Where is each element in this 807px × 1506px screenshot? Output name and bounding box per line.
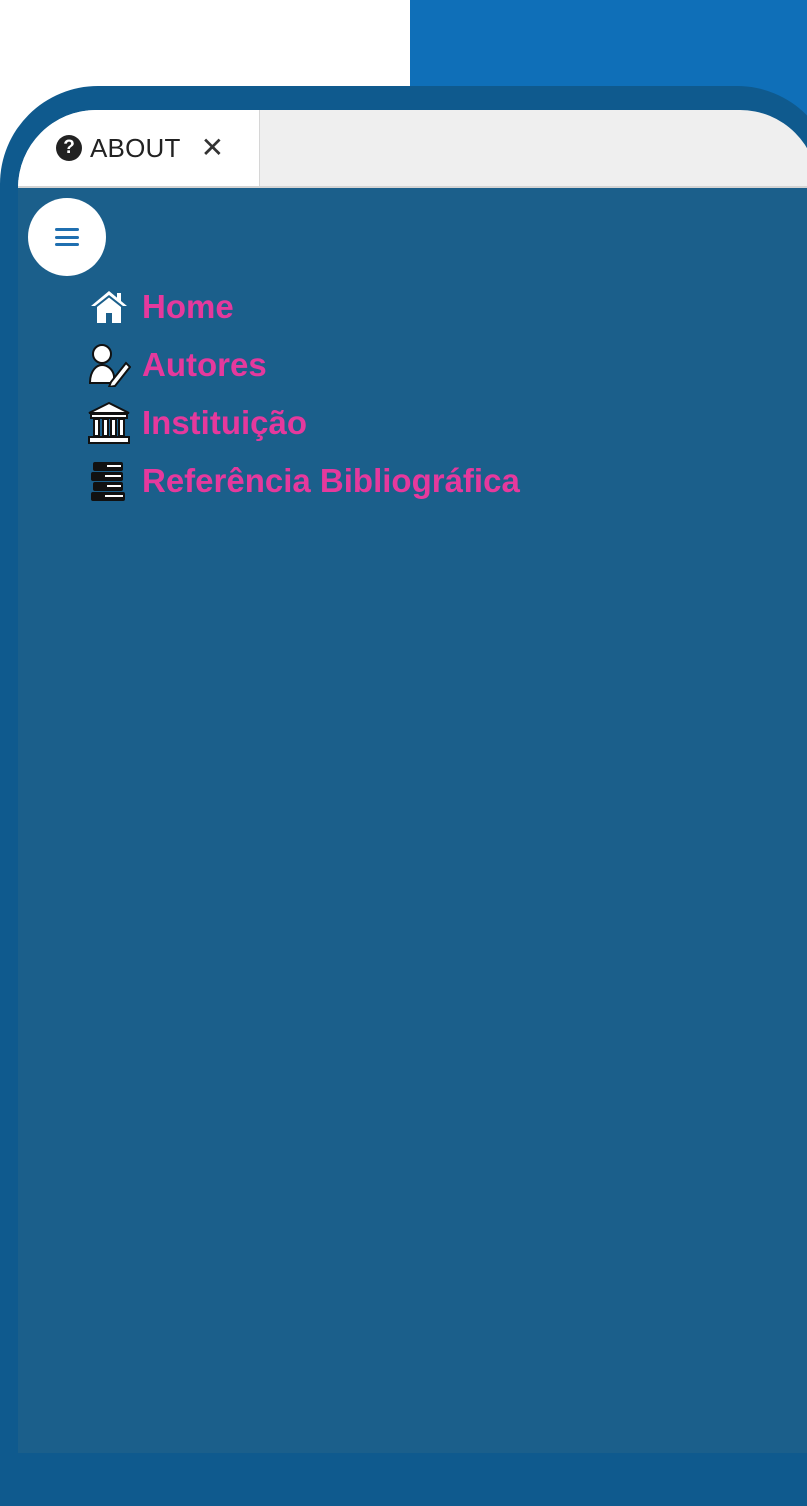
close-icon[interactable]: ✕ — [201, 134, 224, 162]
hamburger-menu-button[interactable] — [28, 198, 106, 276]
hamburger-menu-icon — [55, 228, 79, 246]
tab-label: ABOUT — [90, 132, 181, 163]
menu-label-home[interactable]: Home — [142, 288, 234, 326]
menu-item-referencia[interactable]: Referência Bibliográfica — [84, 452, 520, 510]
books-icon — [84, 456, 134, 506]
question-circle-icon: ? — [56, 135, 82, 161]
institution-icon — [84, 398, 134, 448]
tab-bar: ? ABOUT ✕ — [18, 110, 807, 188]
side-menu: Home Autores Instituição Referência Bibl… — [84, 278, 520, 510]
tab-about[interactable]: ? ABOUT ✕ — [18, 110, 260, 186]
menu-item-instituicao[interactable]: Instituição — [84, 394, 520, 452]
menu-item-autores[interactable]: Autores — [84, 336, 520, 394]
menu-label-referencia[interactable]: Referência Bibliográfica — [142, 462, 520, 500]
author-edit-icon — [84, 340, 134, 390]
menu-item-home[interactable]: Home — [84, 278, 520, 336]
app-screen: ? ABOUT ✕ Home Autores Instituição Refer… — [18, 110, 807, 1453]
menu-label-instituicao[interactable]: Instituição — [142, 404, 307, 442]
home-icon — [84, 282, 134, 332]
menu-label-autores[interactable]: Autores — [142, 346, 267, 384]
